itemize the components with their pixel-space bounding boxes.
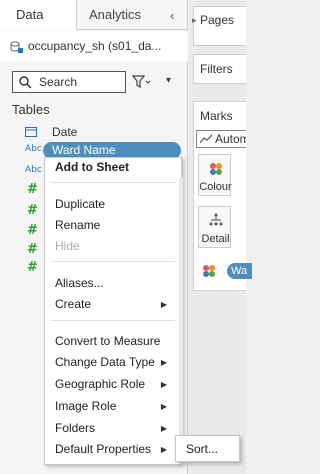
datasource-icon [10,41,23,53]
string-type-icon: Abc [25,144,42,154]
datasource-row[interactable]: occupancy_sh (s01_da... [0,31,188,61]
menu-geographic-role[interactable]: Geographic Role [55,377,145,391]
search-input[interactable]: Search [12,71,126,93]
submenu-arrow-icon: ▶ [160,424,167,433]
menu-convert-to-measure[interactable]: Convert to Measure [55,334,160,348]
menu-duplicate[interactable]: Duplicate [55,197,105,211]
measure-icon: # [27,203,38,218]
tables-header: Tables [12,102,50,117]
datasource-name: occupancy_sh (s01_da... [28,39,162,53]
calendar-icon [25,127,37,137]
field-label: Date [52,125,78,139]
colour-field-pill[interactable]: Wa [227,263,252,279]
pane-menu-icon[interactable]: ▾ [166,75,171,86]
menu-sort[interactable]: Sort... [186,442,218,456]
tab-data[interactable]: Data [0,0,77,30]
measure-icon: # [27,182,38,197]
menu-change-data-type[interactable]: Change Data Type [55,355,155,369]
menu-image-role[interactable]: Image Role [55,399,116,413]
pages-card[interactable]: ▸ Pages [192,6,246,46]
detail-label: Detail [201,233,230,245]
menu-aliases[interactable]: Aliases... [55,276,104,290]
colour-icon [203,265,215,277]
default-properties-submenu: Sort... [175,435,240,462]
submenu-arrow-icon: ▶ [160,380,167,389]
mark-type-label: Autom [215,132,246,146]
colour-button[interactable]: Colour [198,154,232,196]
detail-icon [209,213,223,226]
submenu-arrow-icon: ▶ [160,358,167,367]
filter-icon[interactable] [132,75,152,89]
line-chart-icon [200,134,212,144]
search-placeholder: Search [39,75,78,89]
collapse-icon[interactable]: ▸ [192,15,197,26]
detail-button[interactable]: Detail [198,206,231,248]
measure-icon: # [27,260,38,275]
measure-icon: # [27,223,38,238]
menu-add-to-sheet[interactable]: Add to Sheet [55,160,129,174]
collapse-pane-icon[interactable]: ‹ [170,8,174,23]
filters-title: Filters [200,62,233,76]
menu-create[interactable]: Create [55,297,91,311]
submenu-arrow-icon: ▶ [160,300,167,309]
shelves-pane: ▸ Pages Filters Marks Autom Colour Detai… [188,0,252,474]
search-row: Search ▾ [0,62,188,102]
pages-title: Pages [200,13,235,27]
tab-analytics[interactable]: Analytics [77,0,169,30]
menu-separator [51,182,175,183]
menu-scrollbar[interactable] [179,178,183,464]
measure-icon: # [27,242,38,257]
menu-folders[interactable]: Folders [55,421,95,435]
field-date[interactable]: Date [0,122,188,142]
menu-default-properties[interactable]: Default Properties [55,442,151,456]
colour-icon [210,163,222,175]
menu-separator [51,320,175,321]
filters-card[interactable]: Filters [193,54,246,84]
menu-hide: Hide [55,239,80,253]
string-type-icon: Abc [25,165,42,175]
menu-rename[interactable]: Rename [55,218,100,232]
mark-type-dropdown[interactable]: Autom [196,130,246,148]
submenu-arrow-icon: ▶ [160,445,167,454]
menu-separator [51,261,175,262]
marks-title: Marks [200,109,233,123]
colour-label: Colour [199,181,232,193]
pane-tabs: Data Analytics ‹ [0,0,188,30]
search-icon [19,76,32,89]
submenu-arrow-icon: ▶ [160,402,167,411]
field-context-menu: Add to Sheet Duplicate Rename Hide Alias… [44,157,183,465]
